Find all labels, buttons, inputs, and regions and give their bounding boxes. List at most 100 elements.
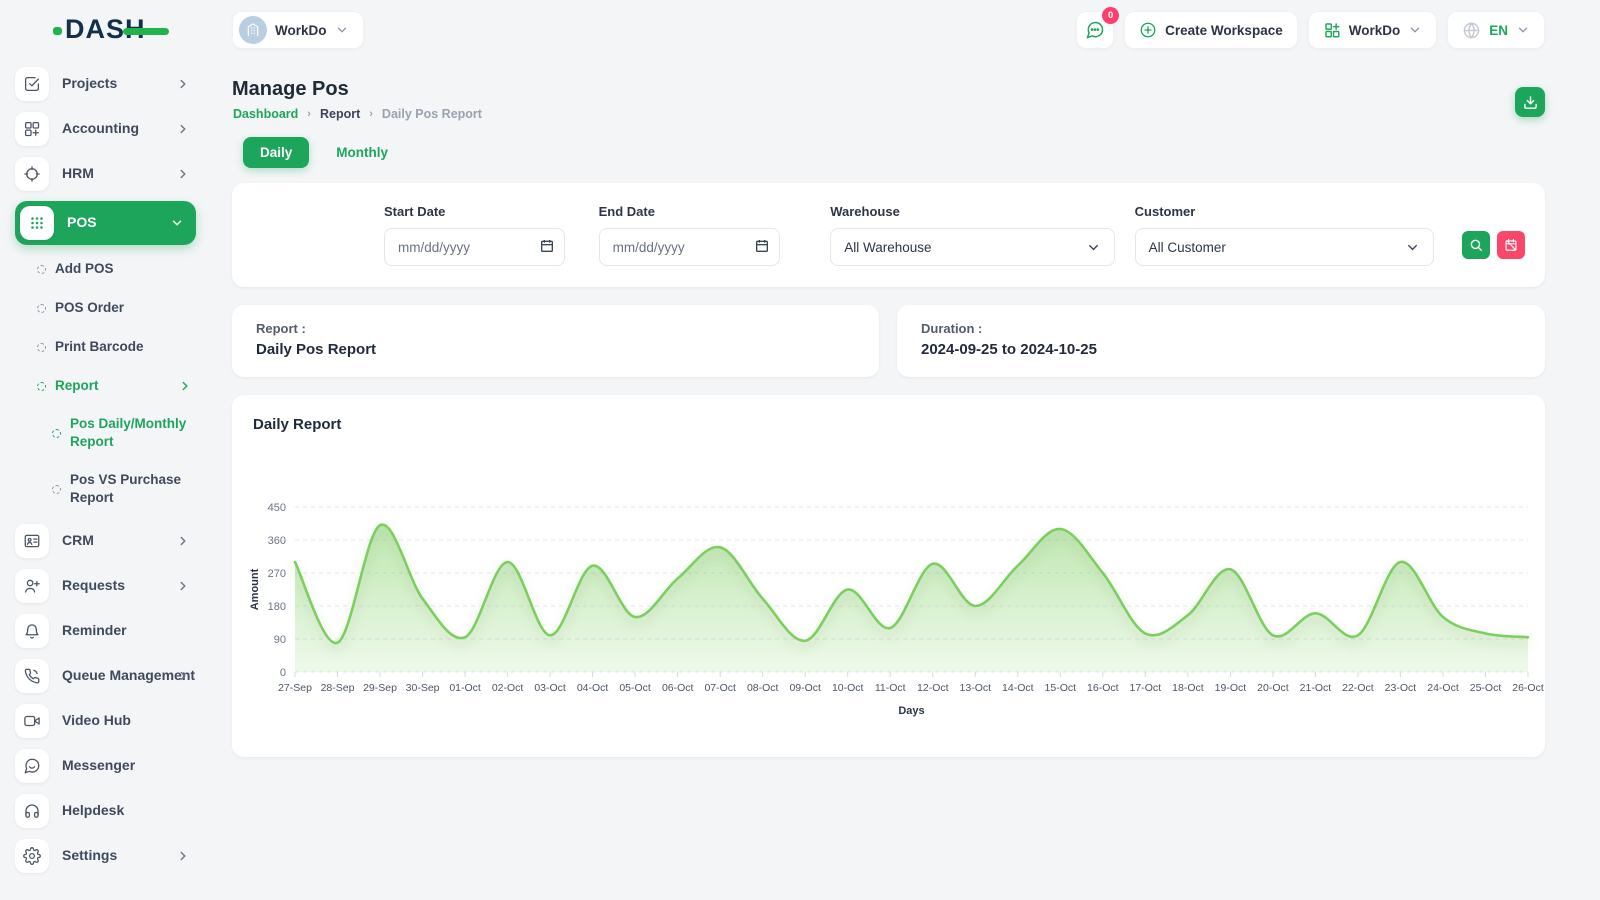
customer-label: Customer	[1135, 204, 1434, 219]
svg-text:01-Oct: 01-Oct	[449, 682, 481, 694]
messages-badge: 0	[1102, 7, 1119, 24]
language-selector[interactable]: EN	[1447, 11, 1545, 49]
sidebar-item-projects[interactable]: Projects	[15, 66, 196, 102]
calendar-off-icon	[1504, 238, 1518, 252]
svg-text:14-Oct: 14-Oct	[1002, 682, 1034, 694]
sidebar-item-label: HRM	[62, 165, 94, 183]
chevron-right-icon: ›	[307, 108, 311, 120]
workspace-avatar	[239, 16, 267, 44]
svg-text:360: 360	[268, 535, 286, 547]
daily-report-card: Daily Report 09018027036045027-Sep28-Sep…	[232, 395, 1545, 757]
brand-logo: DASH	[55, 13, 165, 47]
sidebar-item-label: Reminder	[62, 622, 127, 640]
sidebar-item-pos-vs-purchase-report[interactable]: Pos VS Purchase Report	[52, 467, 196, 511]
chevron-down-icon	[1408, 23, 1422, 37]
sidebar-item-requests[interactable]: Requests	[15, 568, 196, 604]
dashed-circle-icon	[37, 304, 46, 313]
sidebar-item-label: Add POS	[55, 260, 177, 278]
apply-filter-button[interactable]	[1462, 231, 1490, 259]
svg-text:05-Oct: 05-Oct	[619, 682, 651, 694]
customer-select[interactable]: All Customer	[1135, 228, 1434, 266]
sidebar-item-label: Requests	[62, 577, 125, 595]
svg-text:90: 90	[274, 634, 286, 646]
sidebar-item-report[interactable]: Report	[37, 372, 196, 400]
language-label: EN	[1489, 23, 1508, 38]
sidebar-item-queue-management[interactable]: Queue Management	[15, 658, 196, 694]
sidebar-nav: Projects Accounting HRM POS Add POS POS Order…	[15, 66, 196, 883]
sidebar-item-pos[interactable]: POS	[15, 201, 196, 245]
download-button[interactable]	[1515, 87, 1545, 117]
sidebar-item-label: Projects	[62, 75, 117, 93]
sidebar-item-reminder[interactable]: Reminder	[15, 613, 196, 649]
sidebar-item-crm[interactable]: CRM	[15, 523, 196, 559]
report-value: Daily Pos Report	[256, 341, 855, 358]
breadcrumb-report[interactable]: Report	[320, 107, 360, 121]
sidebar-item-hrm[interactable]: HRM	[15, 156, 196, 192]
chevron-down-icon	[1405, 240, 1420, 255]
download-icon	[1523, 95, 1538, 110]
end-date-input[interactable]	[599, 228, 781, 266]
bell-icon	[15, 614, 49, 648]
sidebar-item-label: Report	[55, 377, 177, 395]
top-bar: DASH WorkDo 0 Create Workspace WorkDo EN	[0, 0, 1600, 60]
customer-field: Customer All Customer	[1135, 204, 1434, 287]
filter-actions	[1462, 231, 1525, 287]
plus-circle-icon	[1139, 21, 1157, 39]
sidebar-item-settings[interactable]: Settings	[15, 838, 196, 874]
topbar-actions: 0 Create Workspace WorkDo EN	[1076, 11, 1545, 49]
search-icon	[1469, 238, 1483, 252]
tab-monthly[interactable]: Monthly	[336, 145, 388, 160]
warehouse-field: Warehouse All Warehouse	[830, 204, 1114, 287]
sidebar-item-helpdesk[interactable]: Helpdesk	[15, 793, 196, 829]
building-icon	[245, 22, 261, 38]
svg-text:450: 450	[268, 502, 286, 514]
svg-text:19-Oct: 19-Oct	[1215, 682, 1247, 694]
sidebar-item-accounting[interactable]: Accounting	[15, 111, 196, 147]
warehouse-label: Warehouse	[830, 204, 1114, 219]
breadcrumb-dashboard-link[interactable]: Dashboard	[233, 107, 298, 121]
messages-button[interactable]: 0	[1076, 11, 1114, 49]
reset-filter-button[interactable]	[1497, 231, 1525, 259]
sidebar-item-print-barcode[interactable]: Print Barcode	[37, 333, 196, 361]
y-axis-label: Amount	[249, 568, 261, 610]
svg-text:21-Oct: 21-Oct	[1300, 682, 1332, 694]
workspace-selector[interactable]: WorkDo	[232, 11, 364, 49]
svg-text:29-Sep: 29-Sep	[363, 682, 397, 694]
page-title: Manage Pos	[232, 78, 349, 101]
report-label: Report :	[256, 321, 855, 336]
svg-text:20-Oct: 20-Oct	[1257, 682, 1289, 694]
svg-text:180: 180	[268, 601, 286, 613]
chevron-right-icon	[176, 849, 190, 863]
sidebar-item-pos-daily-monthly-report[interactable]: Pos Daily/Monthly Report	[52, 411, 196, 455]
calendar-icon[interactable]	[539, 238, 555, 254]
svg-text:02-Oct: 02-Oct	[492, 682, 524, 694]
chevron-right-icon	[176, 579, 190, 593]
svg-text:13-Oct: 13-Oct	[960, 682, 992, 694]
duration-label: Duration :	[921, 321, 1521, 336]
warehouse-select[interactable]: All Warehouse	[830, 228, 1114, 266]
sidebar-item-pos-order[interactable]: POS Order	[37, 294, 196, 322]
chevron-right-icon	[178, 379, 192, 393]
svg-text:09-Oct: 09-Oct	[789, 682, 821, 694]
dashed-circle-icon	[52, 429, 61, 438]
sidebar-item-video-hub[interactable]: Video Hub	[15, 703, 196, 739]
svg-text:22-Oct: 22-Oct	[1342, 682, 1374, 694]
svg-text:06-Oct: 06-Oct	[662, 682, 694, 694]
sidebar-item-add-pos[interactable]: Add POS	[37, 255, 196, 283]
workspace-name: WorkDo	[275, 23, 327, 38]
svg-text:04-Oct: 04-Oct	[577, 682, 609, 694]
report-type-card: Report : Daily Pos Report	[232, 305, 879, 377]
start-date-input[interactable]	[384, 228, 565, 266]
tab-daily[interactable]: Daily	[243, 137, 309, 168]
sidebar-item-label: Helpdesk	[62, 802, 124, 820]
daily-report-chart: 09018027036045027-Sep28-Sep29-Sep30-Sep0…	[232, 490, 1545, 740]
svg-text:11-Oct: 11-Oct	[875, 682, 906, 694]
calendar-icon[interactable]	[754, 238, 770, 254]
chevron-down-icon	[170, 216, 184, 230]
workdo-menu-button[interactable]: WorkDo	[1308, 11, 1438, 49]
sidebar-item-messenger[interactable]: Messenger	[15, 748, 196, 784]
svg-text:270: 270	[268, 568, 286, 580]
customer-select-value: All Customer	[1149, 240, 1226, 255]
sidebar-item-label: POS	[67, 214, 97, 232]
create-workspace-button[interactable]: Create Workspace	[1124, 11, 1298, 49]
